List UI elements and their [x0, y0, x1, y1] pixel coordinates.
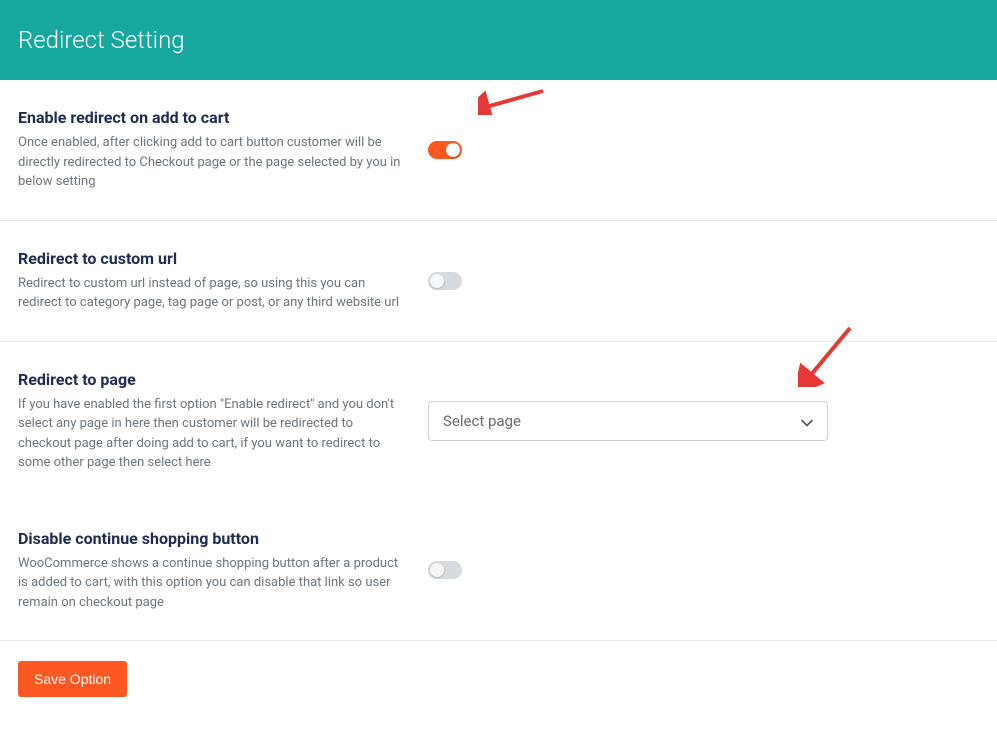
setting-control: [428, 108, 979, 192]
setting-info: Redirect to page If you have enabled the…: [18, 370, 428, 473]
setting-description: If you have enabled the first option "En…: [18, 395, 408, 473]
setting-title: Disable continue shopping button: [18, 529, 408, 548]
select-placeholder: Select page: [443, 412, 521, 430]
enable-redirect-toggle[interactable]: [428, 141, 462, 159]
custom-url-toggle[interactable]: [428, 272, 462, 290]
setting-description: WooCommerce shows a continue shopping bu…: [18, 554, 408, 613]
setting-row-disable-continue: Disable continue shopping button WooComm…: [0, 501, 997, 642]
redirect-page-select[interactable]: Select page: [428, 401, 828, 441]
toggle-knob: [430, 274, 444, 288]
setting-row-redirect-page: Redirect to page If you have enabled the…: [0, 342, 997, 501]
disable-continue-toggle[interactable]: [428, 561, 462, 579]
setting-control: [428, 529, 979, 613]
setting-title: Redirect to custom url: [18, 249, 408, 268]
setting-title: Enable redirect on add to cart: [18, 108, 408, 127]
setting-description: Redirect to custom url instead of page, …: [18, 274, 408, 313]
toggle-knob: [446, 143, 460, 157]
setting-row-enable-redirect: Enable redirect on add to cart Once enab…: [0, 80, 997, 221]
setting-info: Redirect to custom url Redirect to custo…: [18, 249, 428, 313]
page-header: Redirect Setting: [0, 0, 997, 80]
setting-control: [428, 249, 979, 313]
setting-info: Enable redirect on add to cart Once enab…: [18, 108, 428, 192]
page-title: Redirect Setting: [18, 26, 185, 54]
toggle-knob: [430, 563, 444, 577]
save-button[interactable]: Save Option: [18, 661, 127, 697]
setting-description: Once enabled, after clicking add to cart…: [18, 133, 408, 192]
setting-info: Disable continue shopping button WooComm…: [18, 529, 428, 613]
setting-title: Redirect to page: [18, 370, 408, 389]
chevron-down-icon: [801, 415, 813, 427]
setting-row-custom-url: Redirect to custom url Redirect to custo…: [0, 221, 997, 342]
setting-control: Select page: [428, 370, 979, 473]
